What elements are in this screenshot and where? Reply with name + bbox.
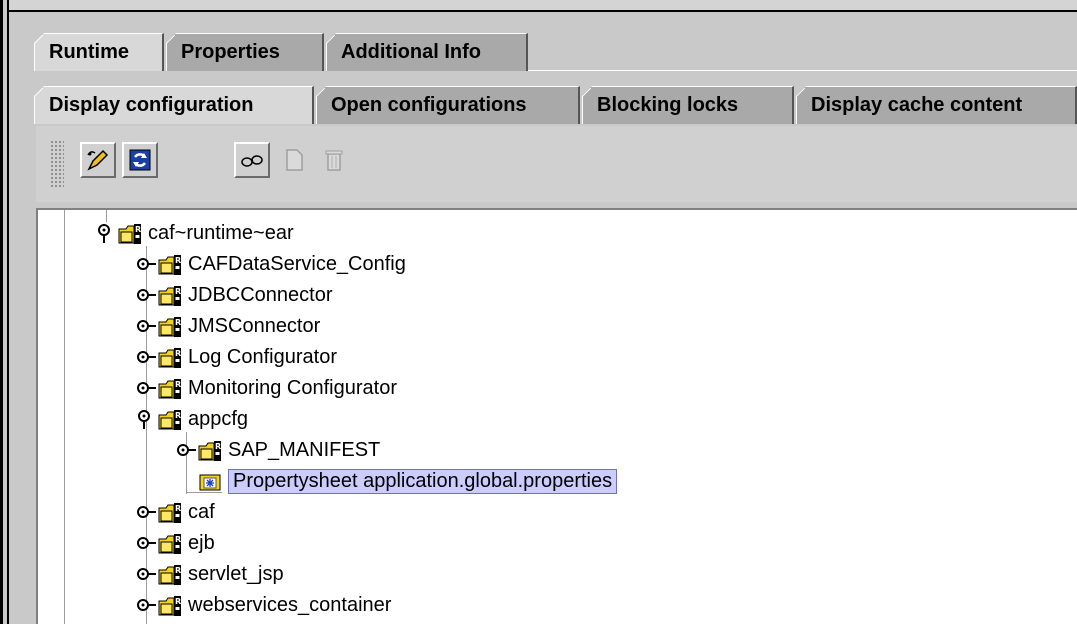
window-border-left [0, 0, 3, 624]
tab-open-configurations[interactable]: Open configurations [316, 86, 580, 124]
tree-node-label: Propertysheet application.global.propert… [228, 469, 618, 494]
tree-collapse-handle[interactable] [96, 223, 116, 243]
svg-text:R: R [175, 256, 181, 265]
folder-config-icon: R [158, 595, 181, 616]
svg-text:R: R [175, 287, 181, 296]
tree-node-label: JMSConnector [188, 315, 321, 337]
tree-node[interactable]: R Log Configurator [158, 342, 337, 373]
folder-config-icon: R [158, 254, 181, 275]
tree-expand-handle[interactable] [136, 595, 156, 615]
delete-icon [325, 150, 343, 171]
folder-config-icon: R [158, 285, 181, 306]
tab-runtime[interactable]: Runtime [34, 33, 164, 71]
tree-expand-handle[interactable] [136, 502, 156, 522]
tree-node[interactable]: Rcaf~runtime~ear [118, 218, 294, 249]
tree-node-label: caf [188, 501, 215, 523]
tree-guide-root [64, 210, 65, 624]
tab-display-configuration-label: Display configuration [49, 94, 254, 116]
tab-runtime-label: Runtime [49, 41, 129, 63]
new-document-icon [286, 149, 303, 171]
window-frame: Runtime Properties Additional Info Displ… [0, 0, 1077, 624]
refresh-icon [129, 149, 151, 171]
new-document-button[interactable] [276, 142, 312, 178]
tree-node-label: appcfg [188, 408, 249, 430]
svg-text:R: R [175, 566, 181, 575]
tree-expand-handle[interactable] [136, 316, 156, 336]
tree-node[interactable]: Rejb [158, 528, 215, 559]
find-button[interactable] [234, 142, 270, 178]
tree-node-label: ejb [188, 532, 215, 554]
tree-expand-handle[interactable] [136, 533, 156, 553]
tree-node-selected[interactable]: Propertysheet application.global.propert… [198, 466, 618, 497]
tab-additional-info[interactable]: Additional Info [326, 33, 528, 71]
tab-row-baseline [528, 70, 1077, 71]
svg-text:R: R [175, 504, 181, 513]
folder-config-icon: R [158, 502, 181, 523]
tree-node[interactable]: Rservlet_jsp [158, 559, 284, 590]
tree-guide-l0 [106, 210, 107, 222]
svg-text:R: R [175, 318, 181, 327]
toolbar-grip[interactable] [50, 140, 64, 188]
folder-config-icon: R [158, 316, 181, 337]
tree-node[interactable]: Rappcfg [158, 404, 248, 435]
folder-config-icon: R [158, 409, 181, 430]
tab-display-configuration[interactable]: Display configuration [34, 86, 314, 124]
property-sheet-icon [199, 474, 221, 490]
tree-node-label: JDBCConnector [188, 284, 333, 306]
tab-display-cache-content[interactable]: Display cache content [796, 86, 1077, 124]
tree-node-label: caf~runtime~ear [148, 222, 294, 244]
find-icon [241, 155, 263, 167]
svg-text:R: R [135, 225, 141, 234]
tab-properties[interactable]: Properties [166, 33, 324, 71]
edit-icon [87, 149, 109, 171]
folder-config-icon: R [158, 347, 181, 368]
folder-config-icon: R [158, 564, 181, 585]
tree-expand-handle[interactable] [176, 440, 196, 460]
tree-node[interactable]: Rwebservices_container [158, 590, 391, 621]
window-border-inner [7, 0, 9, 624]
toolbar [36, 126, 1077, 202]
tree-node-label: servlet_jsp [188, 563, 284, 585]
svg-text:R: R [175, 535, 181, 544]
tree-expand-handle[interactable] [136, 285, 156, 305]
folder-config-icon: R [198, 440, 221, 461]
tab-blocking-locks[interactable]: Blocking locks [582, 86, 794, 124]
title-strip [9, 0, 1077, 12]
tree-expand-handle[interactable] [136, 254, 156, 274]
tree-node-label: Log Configurator [188, 346, 337, 368]
refresh-button[interactable] [122, 142, 158, 178]
svg-text:R: R [175, 411, 181, 420]
svg-text:R: R [175, 597, 181, 606]
tree-expand-handle[interactable] [136, 378, 156, 398]
tree-node[interactable]: Rcaf [158, 497, 215, 528]
tree-expand-handle[interactable] [136, 564, 156, 584]
tab-additional-info-label: Additional Info [341, 41, 481, 63]
tree-collapse-handle[interactable] [136, 409, 156, 429]
folder-config-icon: R [118, 223, 141, 244]
folder-config-icon: R [158, 533, 181, 554]
tree-node[interactable]: R Monitoring Configurator [158, 373, 397, 404]
tab-open-configurations-label: Open configurations [331, 94, 527, 116]
tree-node[interactable]: R JMSConnector [158, 311, 320, 342]
svg-text:R: R [215, 442, 221, 451]
tree-node[interactable]: R SAP_MANIFEST [198, 435, 380, 466]
folder-config-icon: R [158, 378, 181, 399]
tree-node-label: SAP_MANIFEST [228, 439, 381, 461]
svg-text:R: R [175, 380, 181, 389]
edit-button[interactable] [80, 142, 116, 178]
svg-text:R: R [175, 349, 181, 358]
configuration-tree[interactable]: Rcaf~runtime~ear R CAFDataService_Config R J… [36, 208, 1077, 624]
tree-expand-handle[interactable] [136, 347, 156, 367]
tree-node-label: Monitoring Configurator [188, 377, 397, 399]
delete-button[interactable] [316, 142, 352, 178]
tab-blocking-locks-label: Blocking locks [597, 94, 739, 116]
tab-properties-label: Properties [181, 41, 280, 63]
tab-display-cache-content-label: Display cache content [811, 94, 1023, 116]
tree-node[interactable]: R CAFDataService_Config [158, 249, 406, 280]
tree-node-label: CAFDataService_Config [188, 253, 406, 275]
tree-node-label: webservices_container [188, 594, 392, 616]
tree-node[interactable]: R JDBCConnector [158, 280, 333, 311]
